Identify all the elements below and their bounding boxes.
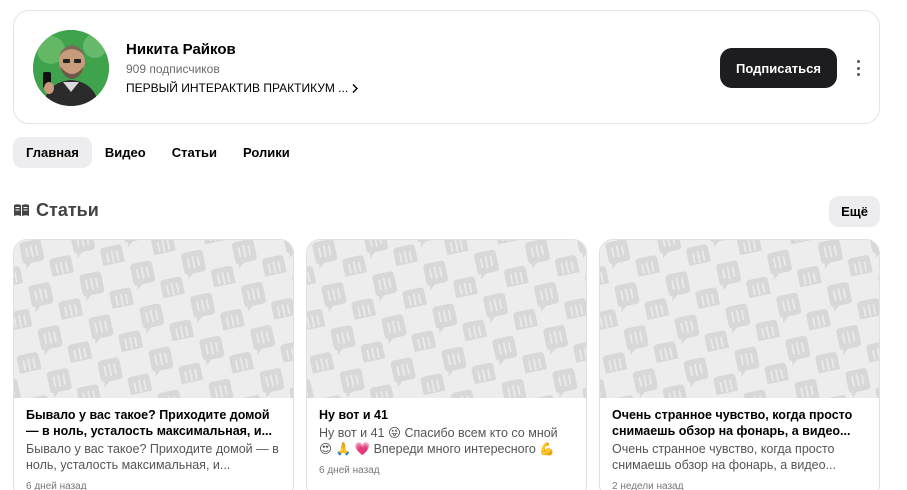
article-card[interactable]: Бывало у вас такое? Приходите домой — в … xyxy=(13,239,294,490)
article-placeholder-image xyxy=(600,240,879,398)
article-snippet: Бывало у вас такое? Приходите домой — в … xyxy=(26,442,279,472)
article-placeholder-image xyxy=(307,240,586,398)
article-snippet: Очень странное чувство, когда просто сни… xyxy=(612,442,836,472)
section-header: Статьи xyxy=(13,200,99,221)
chevron-right-icon xyxy=(352,83,359,93)
channel-tabs: Главная Видео Статьи Ролики xyxy=(13,137,303,168)
channel-description-link[interactable]: ПЕРВЫЙ ИНТЕРАКТИВ ПРАКТИКУМ ... xyxy=(126,81,359,95)
tab-main[interactable]: Главная xyxy=(13,137,92,168)
subscribe-button[interactable]: Подписаться xyxy=(720,48,837,88)
avatar[interactable] xyxy=(33,30,109,106)
book-icon xyxy=(14,204,29,216)
article-placeholder-image xyxy=(14,240,293,398)
article-title: Ну вот и 41 xyxy=(319,408,388,422)
article-pattern-icon xyxy=(307,240,586,398)
article-snippet: Ну вот и 41 😜 Спасибо всем кто со мной 😍… xyxy=(319,426,558,456)
more-button[interactable]: Ещё xyxy=(829,196,880,227)
article-card[interactable]: Ну вот и 41 Ну вот и 41 😜 Спасибо всем к… xyxy=(306,239,587,490)
article-date: 6 дней назад xyxy=(26,481,87,490)
kebab-menu-icon[interactable] xyxy=(852,58,864,78)
channel-name[interactable]: Никита Райков xyxy=(126,41,236,58)
article-title: Очень странное чувство, когда просто сни… xyxy=(612,408,853,438)
subscriber-count: 909 подписчиков xyxy=(126,62,220,76)
article-title: Бывало у вас такое? Приходите домой — в … xyxy=(26,408,272,438)
article-card[interactable]: Очень странное чувство, когда просто сни… xyxy=(599,239,880,490)
tab-video[interactable]: Видео xyxy=(92,137,159,168)
user-avatar-photo xyxy=(33,30,109,106)
tab-articles[interactable]: Статьи xyxy=(159,137,230,168)
article-date: 6 дней назад xyxy=(319,465,380,476)
article-pattern-icon xyxy=(600,240,879,398)
article-pattern-icon xyxy=(14,240,293,398)
tab-shorts[interactable]: Ролики xyxy=(230,137,303,168)
channel-description: ПЕРВЫЙ ИНТЕРАКТИВ ПРАКТИКУМ ... xyxy=(126,81,349,95)
channel-header-card: Никита Райков 909 подписчиков ПЕРВЫЙ ИНТ… xyxy=(13,10,880,124)
section-title: Статьи xyxy=(36,200,99,220)
article-date: 2 недели назад xyxy=(612,481,684,490)
